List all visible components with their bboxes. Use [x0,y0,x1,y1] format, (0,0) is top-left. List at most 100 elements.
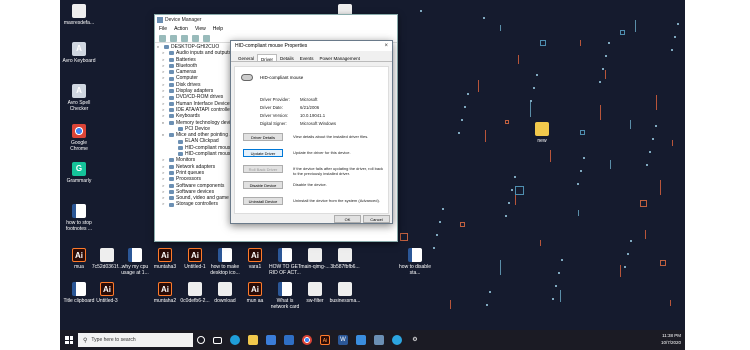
tab-events[interactable]: Events [297,54,317,61]
device-category-icon [169,202,174,207]
close-icon[interactable]: × [384,41,388,51]
update-driver-button[interactable]: Update Driver [243,149,283,157]
system-clock[interactable]: 11:38 PM 10/7/2020 [661,332,681,346]
tab-driver[interactable]: Driver [257,54,278,62]
desktop-icon-label: how to disable sta... [399,264,431,276]
w-file-icon: W [128,248,142,262]
device-category-icon [169,101,174,106]
desktop-icon[interactable]: main-qimg-... [298,248,332,270]
cortana-icon[interactable] [197,336,205,344]
edge-icon[interactable] [230,335,240,345]
file-explorer-icon[interactable] [248,335,258,345]
desktop-icon[interactable]: download [208,282,242,304]
action-description: View details about the installed driver … [293,134,369,139]
photos-icon[interactable] [356,335,366,345]
properties-icon[interactable] [181,35,188,42]
expand-arrow-icon[interactable]: v [162,120,167,126]
desktop-icon[interactable]: Ai muntaha3 [148,248,182,270]
desktop: maxresdefa... A Avro Keyboard A Avro Spell C… [60,0,685,350]
desktop-icon[interactable]: Whow to stop footnotes ... [62,204,96,232]
w-file-icon: W [278,248,292,262]
store-icon[interactable] [266,335,276,345]
expand-arrow-icon[interactable]: > [162,201,167,207]
start-button[interactable] [60,330,78,350]
desktop-icon[interactable]: 0c0defb6-2... [178,282,212,304]
desktop-icon-label: download [214,298,236,304]
device-category-icon [169,120,174,125]
desktop-icon[interactable]: Ai vara1 [238,248,272,270]
desktop-icon[interactable]: maxresdefa... [62,4,96,26]
forward-icon[interactable] [170,35,177,42]
desktop-icon[interactable]: Google Chrome [62,124,96,152]
tab-details[interactable]: Details [277,54,297,61]
word-icon[interactable]: W [338,335,348,345]
telegram-icon[interactable] [392,335,402,345]
illustrator-icon[interactable]: Ai [320,335,330,345]
menu-file[interactable]: File [159,25,167,34]
desktop-icon[interactable]: W What is network card [268,282,302,310]
device-manager-task-icon[interactable] [374,335,384,345]
scan-hardware-icon[interactable] [203,35,210,42]
desktop-icon[interactable]: 3b587fbfb6... [328,248,362,270]
device-category-icon [169,76,174,81]
desktop-icon-label: main-qimg-... [300,264,330,270]
desktop-icon[interactable]: Wwhy my cpu usage at 1... [118,248,152,276]
ai-file-icon: Ai [100,282,114,296]
menu-action[interactable]: Action [174,25,188,34]
desktop-icon[interactable]: W HOW TO GET RID OF ACT... [268,248,302,276]
device-category-icon [169,114,174,119]
properties-titlebar: HID-compliant mouse Properties × [231,41,392,51]
tab-power-management[interactable]: Power Management [317,54,363,61]
desktop-icon[interactable]: Ai muntaha2 [148,282,182,304]
device-manager-titlebar: Device Manager [155,15,397,25]
desktop-icon[interactable]: Whow to make desktop ico... [208,248,242,276]
desktop-icon-label: Untitled-1 [184,264,206,270]
action-description: Disable the device. [293,182,327,187]
uninstall-device-button[interactable]: Uninstall Device [243,197,283,205]
task-view-icon[interactable] [213,336,222,344]
field-label: Driver Version: [260,113,289,118]
desktop-icon[interactable]: new [525,122,559,144]
device-name: HID-compliant mouse [260,75,304,80]
driver-details-button[interactable]: Driver Details [243,133,283,141]
doc-file-icon [100,248,114,262]
desktop-icon-label: maxresdefa... [63,20,95,26]
folder-file-icon [535,122,549,136]
menu-help[interactable]: Help [213,25,223,34]
desktop-icon[interactable]: sw-filter [298,282,332,304]
desktop-icon-label: Avro Keyboard [62,58,96,64]
disable-device-button[interactable]: Disable Device [243,181,283,189]
settings-icon[interactable]: ⚙ [410,335,420,345]
tab-general[interactable]: General [235,54,257,61]
desktop-icon[interactable]: Ai Untitled-3 [90,282,124,304]
properties-tabs: General Driver Details Events Power Manageme… [231,51,392,62]
roll-back-driver-button: Roll Back Driver [243,165,283,173]
device-category-icon [164,45,169,50]
desktop-icon-label: Grammarly [66,178,92,184]
desktop-icon[interactable]: businessma... [328,282,362,304]
taskbar-search[interactable]: ⚲ Type here to search [78,333,193,347]
mail-icon[interactable] [284,335,294,345]
desktop-icon[interactable]: A Avro Keyboard [62,42,96,64]
field-value: 10.0.19041.1 [300,113,326,118]
taskbar: ⚲ Type here to search Ai W ⚙ 11:38 PM 10… [60,330,685,350]
desktop-icon[interactable]: G Grammarly [62,162,96,184]
w-file-icon: W [278,282,292,296]
expand-arrow-icon[interactable]: v [162,132,167,138]
desktop-icon[interactable]: Ai mun aa [238,282,272,304]
desktop-icon[interactable]: Whow to disable sta... [398,248,432,276]
ok-button[interactable]: OK [334,215,361,223]
menu-view[interactable]: View [195,25,206,34]
back-icon[interactable] [159,35,166,42]
chrome-icon[interactable] [302,335,312,345]
device-category-icon [169,177,174,182]
help-icon[interactable] [192,35,199,42]
device-category-icon [169,89,174,94]
device-category-icon [169,70,174,75]
cancel-button[interactable]: Cancel [363,215,390,223]
driver-tab-panel: HID-compliant mouse Driver Provider: Micr… [234,66,389,214]
desktop-icon[interactable]: Ai Untitled-1 [178,248,212,270]
desktop-icon[interactable]: A Avro Spell Checker [62,84,96,112]
field-value: Microsoft [300,97,318,102]
w-file-icon: W [72,282,86,296]
